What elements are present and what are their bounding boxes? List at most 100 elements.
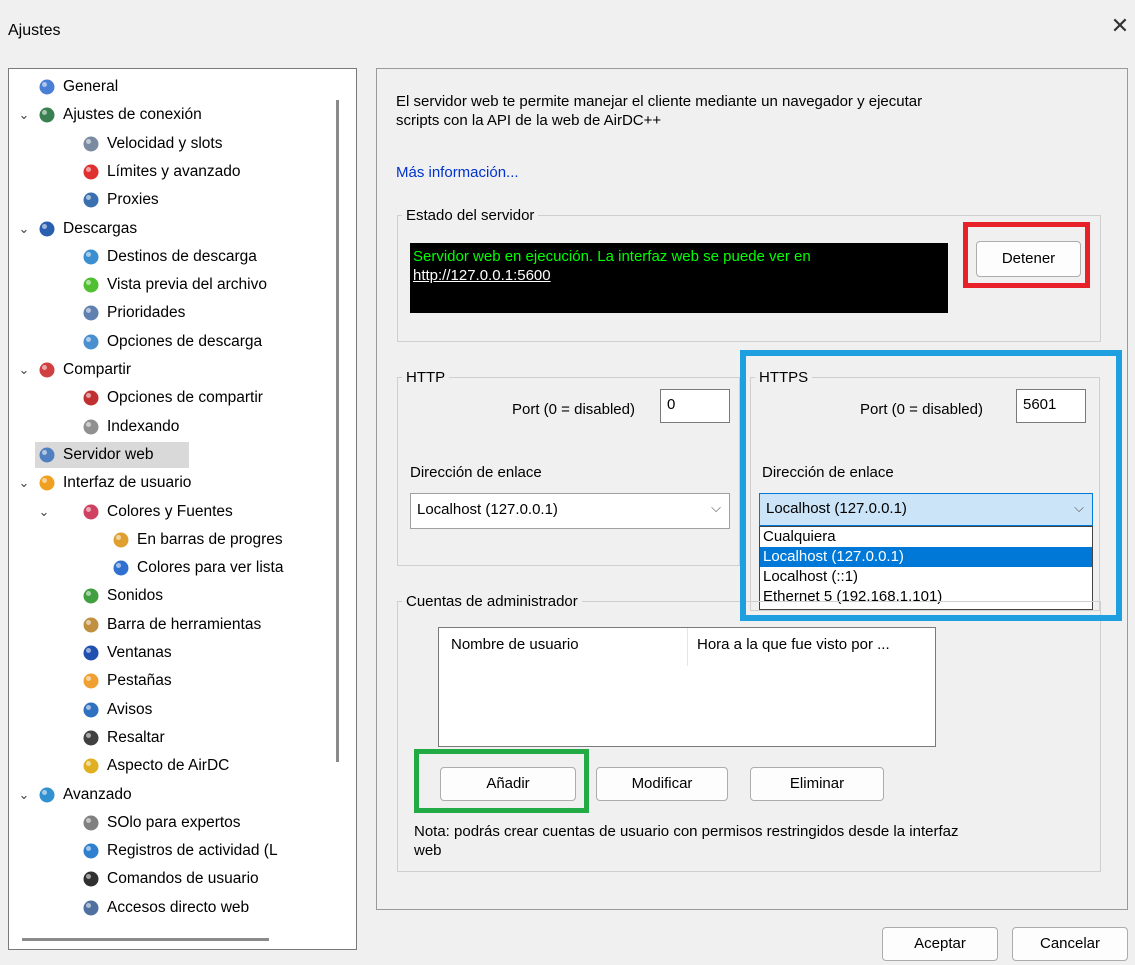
delete-account-button[interactable]: Eliminar (750, 767, 884, 801)
stop-server-button[interactable]: Detener (976, 241, 1081, 277)
dropdown-option[interactable]: Localhost (127.0.0.1) (760, 547, 1092, 567)
play-icon (81, 275, 101, 295)
web-server-icon (37, 445, 57, 465)
http-port-input[interactable]: 0 (660, 389, 730, 423)
tree-item-destinos-de-descarga[interactable]: Destinos de descarga (9, 244, 336, 270)
tree-vertical-scrollbar[interactable] (336, 100, 339, 762)
tree-item-avanzado[interactable]: ⌄ Avanzado (9, 782, 336, 808)
tree-item-solo-para-expertos[interactable]: SOlo para expertos (9, 810, 336, 836)
tree-item-opciones-de-compartir[interactable]: Opciones de compartir (9, 385, 336, 411)
tree-item-colores-y-fuentes[interactable]: ⌄ Colores y Fuentes (9, 499, 336, 525)
https-port-label: Port (0 = disabled) (860, 401, 983, 418)
column-divider[interactable] (687, 628, 688, 666)
tree-item-en-barras-de-progres[interactable]: En barras de progres (9, 527, 336, 553)
add-account-button[interactable]: Añadir (440, 767, 576, 801)
advanced-icon (37, 785, 57, 805)
tree-item-label: Pestañas (107, 672, 172, 690)
tree-item-label: Velocidad y slots (107, 134, 223, 152)
close-icon[interactable]: ✕ (1108, 14, 1132, 38)
tree-item-label: Destinos de descarga (107, 247, 257, 265)
column-header-last-seen[interactable]: Hora a la que fue visto por ... (697, 636, 890, 653)
settings-tree[interactable]: General ⌄ Ajustes de conexión Velocidad y s… (8, 68, 357, 950)
proxy-icon (81, 190, 101, 210)
user-command-icon (81, 869, 101, 889)
chevron-down-icon[interactable]: ⌄ (17, 357, 31, 383)
server-url-link[interactable]: http://127.0.0.1:5600 (413, 266, 945, 285)
tree-item-general[interactable]: General (9, 74, 336, 100)
chevron-down-icon[interactable]: ⌄ (17, 782, 31, 808)
tree-horizontal-scrollbar[interactable] (22, 938, 269, 941)
tree-item-label: Resaltar (107, 728, 165, 746)
tree-item-colores-para-ver-lista[interactable]: Colores para ver lista (9, 555, 336, 581)
http-legend: HTTP (406, 369, 446, 386)
tree-item-opciones-de-descarga[interactable]: Opciones de descarga (9, 329, 336, 355)
window-icon (81, 643, 101, 663)
http-port-label: Port (0 = disabled) (512, 401, 635, 418)
tree-item-registros-de-actividad-l[interactable]: Registros de actividad (L (9, 838, 336, 864)
tree-item-compartir[interactable]: ⌄ Compartir (9, 357, 336, 383)
tree-item-label: Ventanas (107, 644, 172, 661)
tree-item-pestañas[interactable]: Pestañas (9, 668, 336, 694)
sound-icon (81, 586, 101, 606)
tree-item-label: Proxies (107, 191, 159, 209)
tree-item-interfaz-de-usuario[interactable]: ⌄ Interfaz de usuario (9, 470, 336, 496)
tree-item-ajustes-de-conexión[interactable]: ⌄ Ajustes de conexión (9, 102, 336, 128)
admin-accounts-list[interactable]: Nombre de usuario Hora a la que fue vist… (438, 627, 936, 747)
tree-item-resaltar[interactable]: Resaltar (9, 725, 336, 751)
ok-button[interactable]: Aceptar (882, 927, 998, 961)
http-bind-select[interactable]: Localhost (127.0.0.1) ⌵ (410, 493, 730, 529)
appearance-icon (81, 756, 101, 776)
cancel-button[interactable]: Cancelar (1012, 927, 1128, 961)
admin-note: Nota: podrás crear cuentas de usuario co… (414, 822, 958, 860)
tree-item-label: Límites y avanzado (107, 162, 241, 180)
tree-item-label: Colores para ver lista (137, 559, 284, 577)
highlight-icon (81, 728, 101, 748)
tree-item-velocidad-y-slots[interactable]: Velocidad y slots (9, 131, 336, 157)
web-shortcut-icon (81, 898, 101, 918)
column-header-username[interactable]: Nombre de usuario (451, 636, 579, 653)
page-description: El servidor web te permite manejar el cl… (396, 92, 1036, 130)
tree-item-vista-previa-del-archivo[interactable]: Vista previa del archivo (9, 272, 336, 298)
tree-item-avisos[interactable]: Avisos (9, 697, 336, 723)
https-port-input[interactable]: 5601 (1016, 389, 1086, 423)
tree-item-label: Avisos (107, 700, 153, 718)
chevron-down-icon: ⌵ (1074, 500, 1084, 515)
tree-item-label: Accesos directo web (107, 898, 250, 916)
http-bind-value: Localhost (127.0.0.1) (417, 501, 558, 518)
server-status-message: Servidor web en ejecución. La interfaz w… (413, 248, 811, 265)
tree-item-label: Barra de herramientas (107, 615, 262, 633)
tree-item-sonidos[interactable]: Sonidos (9, 583, 336, 609)
https-bind-select[interactable]: Localhost (127.0.0.1) ⌵ (759, 493, 1093, 526)
tree-item-aspecto-de-airdc[interactable]: Aspecto de AirDC (9, 753, 336, 779)
tree-item-límites-y-avanzado[interactable]: Límites y avanzado (9, 159, 336, 185)
chevron-down-icon[interactable]: ⌄ (37, 499, 51, 525)
tree-item-label: Prioridades (107, 304, 186, 322)
tree-item-label: Ajustes de conexión (63, 106, 202, 124)
dropdown-option[interactable]: Localhost (::1) (760, 567, 1092, 587)
log-icon (81, 841, 101, 861)
tree-item-label: Servidor web (63, 445, 154, 463)
edit-account-button[interactable]: Modificar (596, 767, 728, 801)
dropdown-option[interactable]: Cualquiera (760, 527, 1092, 547)
tree-item-prioridades[interactable]: Prioridades (9, 300, 336, 326)
https-legend: HTTPS (759, 369, 809, 386)
chevron-down-icon[interactable]: ⌄ (17, 470, 31, 496)
tree-item-servidor-web[interactable]: Servidor web (9, 441, 336, 468)
admin-note-line-1: Nota: podrás crear cuentas de usuario co… (414, 823, 959, 840)
tabs-icon (81, 671, 101, 691)
http-bind-label: Dirección de enlace (410, 464, 542, 481)
chevron-down-icon[interactable]: ⌄ (17, 216, 31, 242)
tree-item-ventanas[interactable]: Ventanas (9, 640, 336, 666)
tree-item-barra-de-herramientas[interactable]: Barra de herramientas (9, 612, 336, 638)
priority-icon (81, 303, 101, 323)
share-icon (37, 360, 57, 380)
tree-item-accesos-directo-web[interactable]: Accesos directo web (9, 895, 336, 921)
more-info-link[interactable]: Más información... (396, 164, 519, 181)
tree-item-label: Avanzado (63, 785, 132, 803)
tree-item-indexando[interactable]: Indexando (9, 414, 336, 440)
tree-item-descargas[interactable]: ⌄ Descargas (9, 216, 336, 242)
tree-item-label: Opciones de descarga (107, 332, 263, 350)
tree-item-comandos-de-usuario[interactable]: Comandos de usuario (9, 866, 336, 892)
chevron-down-icon[interactable]: ⌄ (17, 102, 31, 128)
tree-item-proxies[interactable]: Proxies (9, 187, 336, 213)
